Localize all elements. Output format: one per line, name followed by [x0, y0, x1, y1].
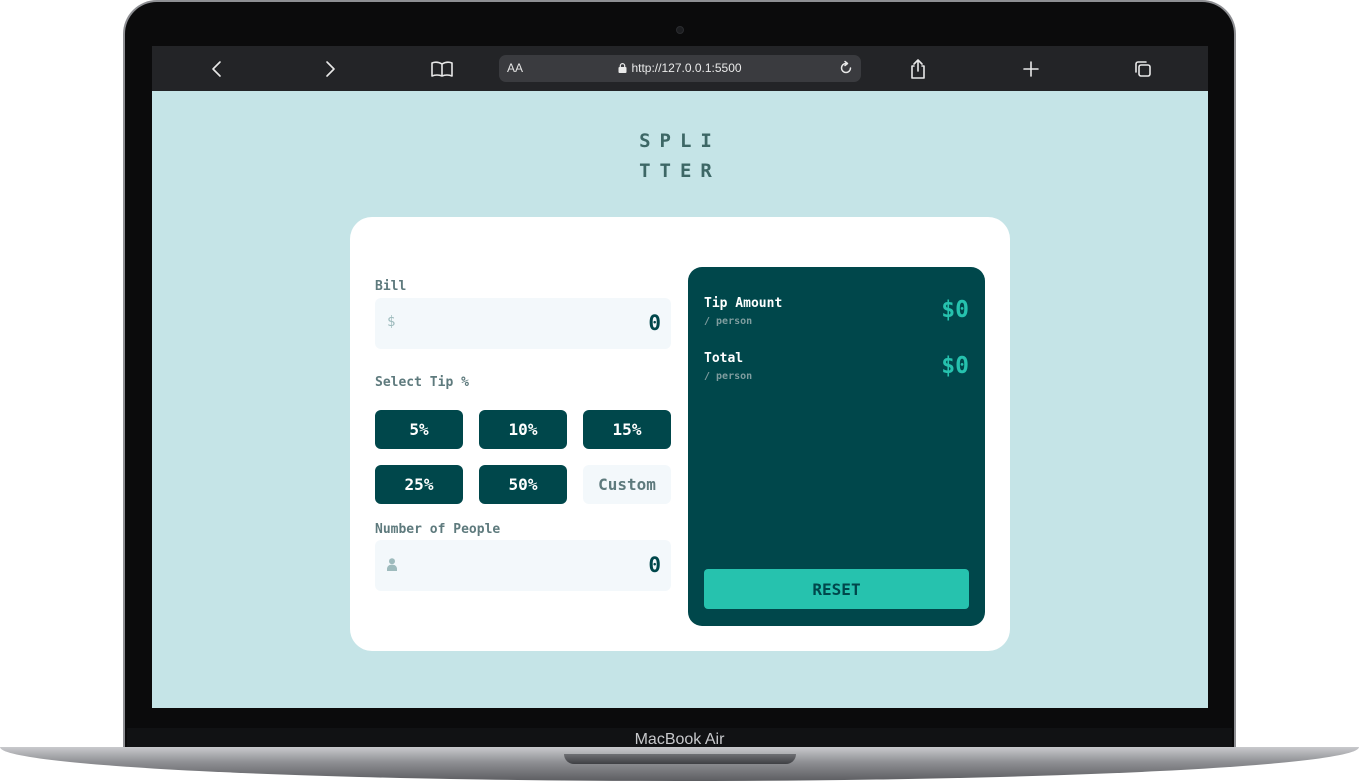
logo-line-1: SPLI: [639, 130, 721, 152]
total-value: $0: [941, 353, 969, 379]
logo-line-2: TTER: [639, 160, 721, 182]
tip-button-50[interactable]: 50%: [479, 465, 567, 504]
tip-button-25[interactable]: 25%: [375, 465, 463, 504]
camera: [676, 26, 684, 34]
results-panel: Tip Amount / person $0 Total / person $0…: [688, 267, 985, 626]
total-label: Total: [704, 351, 744, 366]
laptop-base: [0, 747, 1359, 781]
people-label: Number of People: [375, 522, 501, 537]
tabs-overview-icon[interactable]: [1128, 46, 1158, 91]
share-icon[interactable]: [903, 46, 933, 91]
total-sub: / person: [704, 371, 753, 382]
browser-toolbar: AA http://127.0.0.1:5500: [152, 46, 1208, 91]
reset-button[interactable]: RESET: [704, 569, 969, 609]
laptop-notch: [564, 754, 796, 764]
tip-button-10[interactable]: 10%: [479, 410, 567, 449]
lock-icon: [618, 63, 627, 73]
reload-icon[interactable]: [837, 59, 855, 77]
url-value: http://127.0.0.1:5500: [631, 61, 742, 75]
new-tab-icon[interactable]: [1016, 46, 1046, 91]
person-icon: [387, 558, 397, 571]
bookmarks-icon[interactable]: [427, 46, 457, 91]
custom-tip-input[interactable]: Custom: [583, 465, 671, 504]
forward-icon[interactable]: [315, 46, 345, 91]
screen: AA http://127.0.0.1:5500 SPLI TTER Bill …: [152, 46, 1208, 708]
bill-value: 0: [648, 311, 661, 335]
bill-label: Bill: [375, 279, 407, 294]
url-text[interactable]: http://127.0.0.1:5500: [499, 61, 861, 75]
select-tip-label: Select Tip %: [375, 375, 469, 390]
tip-button-5[interactable]: 5%: [375, 410, 463, 449]
tip-amount-label: Tip Amount: [704, 296, 783, 311]
people-value: 0: [648, 553, 661, 577]
address-bar[interactable]: AA http://127.0.0.1:5500: [499, 55, 861, 82]
people-input[interactable]: 0: [375, 540, 671, 591]
dollar-icon: $: [387, 314, 396, 330]
tip-button-15[interactable]: 15%: [583, 410, 671, 449]
tip-amount-value: $0: [941, 297, 969, 323]
tip-amount-sub: / person: [704, 316, 753, 327]
calculator-card: Bill $ 0 Select Tip % 5% 10% 15% 25% 50%…: [350, 217, 1010, 651]
back-icon[interactable]: [202, 46, 232, 91]
bill-input[interactable]: $ 0: [375, 298, 671, 349]
app-logo: SPLI TTER: [152, 126, 1208, 186]
